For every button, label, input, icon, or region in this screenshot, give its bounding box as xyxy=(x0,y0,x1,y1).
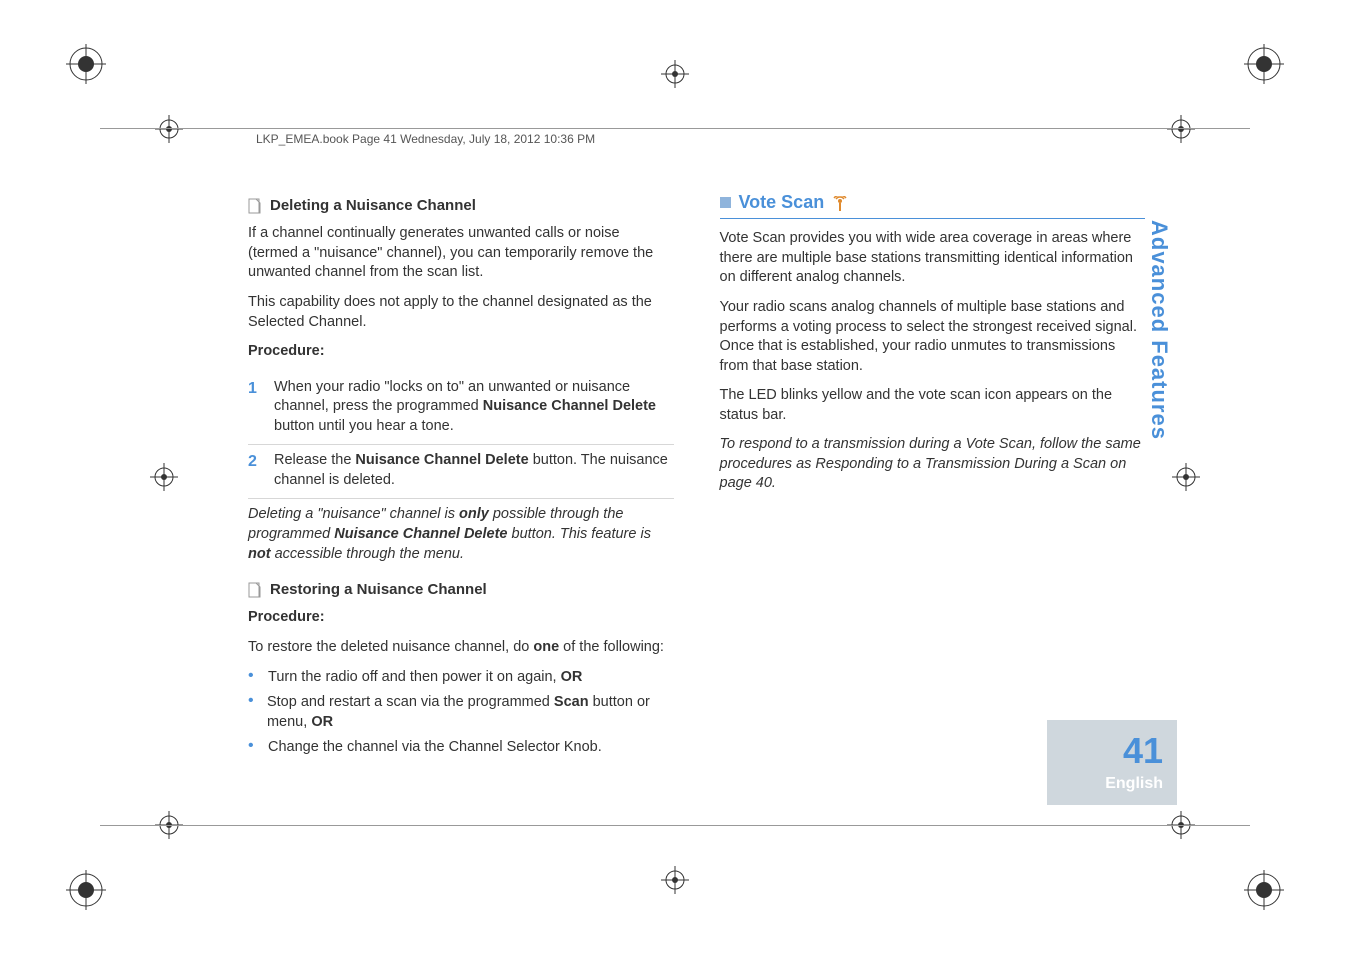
crosshair-icon xyxy=(661,60,689,88)
crop-line xyxy=(100,128,1250,129)
square-bullet-icon xyxy=(720,197,731,208)
step-item: 1 When your radio "locks on to" an unwan… xyxy=(248,372,674,446)
procedure-label: Procedure: xyxy=(248,608,674,628)
bullet-item: • Change the channel via the Channel Sel… xyxy=(248,738,674,758)
heading-text: Deleting a Nuisance Channel xyxy=(270,196,476,216)
bullet-text: Change the channel via the Channel Selec… xyxy=(268,738,602,758)
bullet-list: • Turn the radio off and then power it o… xyxy=(248,668,674,758)
para: Vote Scan provides you with wide area co… xyxy=(720,229,1146,288)
left-column: Deleting a Nuisance Channel If a channel… xyxy=(248,190,674,814)
antenna-icon xyxy=(832,194,848,210)
step-text: When your radio "locks on to" an unwante… xyxy=(274,378,674,437)
page-footer: 41 English xyxy=(1047,720,1177,805)
heading-deleting-nuisance: Deleting a Nuisance Channel xyxy=(248,196,674,216)
para: If a channel continually generates unwan… xyxy=(248,224,674,283)
page-number: 41 xyxy=(1123,733,1163,769)
step-number: 2 xyxy=(248,451,264,490)
content-area: Deleting a Nuisance Channel If a channel… xyxy=(248,190,1175,814)
para: The LED blinks yellow and the vote scan … xyxy=(720,386,1146,425)
bullet-item: • Stop and restart a scan via the progra… xyxy=(248,693,674,732)
language-label: English xyxy=(1105,775,1163,793)
bullet-icon: • xyxy=(248,738,258,758)
bullet-item: • Turn the radio off and then power it o… xyxy=(248,668,674,688)
heading-text: Restoring a Nuisance Channel xyxy=(270,580,487,600)
step-number: 1 xyxy=(248,378,264,437)
heading-restoring-nuisance: Restoring a Nuisance Channel xyxy=(248,580,674,600)
doc-header-path: LKP_EMEA.book Page 41 Wednesday, July 18… xyxy=(256,132,595,146)
steps-list: 1 When your radio "locks on to" an unwan… xyxy=(248,372,674,500)
bullet-text: Stop and restart a scan via the programm… xyxy=(267,693,674,732)
crosshair-icon xyxy=(661,866,689,894)
page: LKP_EMEA.book Page 41 Wednesday, July 18… xyxy=(0,0,1350,954)
registration-mark-icon xyxy=(1244,870,1284,910)
heading-text: Vote Scan xyxy=(739,190,825,214)
crosshair-icon xyxy=(155,115,183,143)
crop-line xyxy=(100,825,1250,826)
para: This capability does not apply to the ch… xyxy=(248,293,674,332)
registration-mark-icon xyxy=(1244,44,1284,84)
bullet-icon: • xyxy=(248,668,258,688)
bullet-text: Turn the radio off and then power it on … xyxy=(268,668,582,688)
step-item: 2 Release the Nuisance Channel Delete bu… xyxy=(248,445,674,499)
side-tab: Advanced Features xyxy=(1141,220,1177,780)
heading-vote-scan: Vote Scan xyxy=(720,190,1146,219)
note: Deleting a "nuisance" channel is only po… xyxy=(248,505,674,564)
restore-intro: To restore the deleted nuisance channel,… xyxy=(248,638,674,658)
para: Your radio scans analog channels of mult… xyxy=(720,298,1146,376)
step-text: Release the Nuisance Channel Delete butt… xyxy=(274,451,674,490)
crosshair-icon xyxy=(150,463,178,491)
bullet-icon: • xyxy=(248,693,257,732)
registration-mark-icon xyxy=(66,870,106,910)
crosshair-icon xyxy=(1167,115,1195,143)
note: To respond to a transmission during a Vo… xyxy=(720,435,1146,494)
section-tab-label: Advanced Features xyxy=(1146,220,1172,440)
page-icon xyxy=(248,198,262,214)
registration-mark-icon xyxy=(66,44,106,84)
page-icon xyxy=(248,582,262,598)
procedure-label: Procedure: xyxy=(248,342,674,362)
